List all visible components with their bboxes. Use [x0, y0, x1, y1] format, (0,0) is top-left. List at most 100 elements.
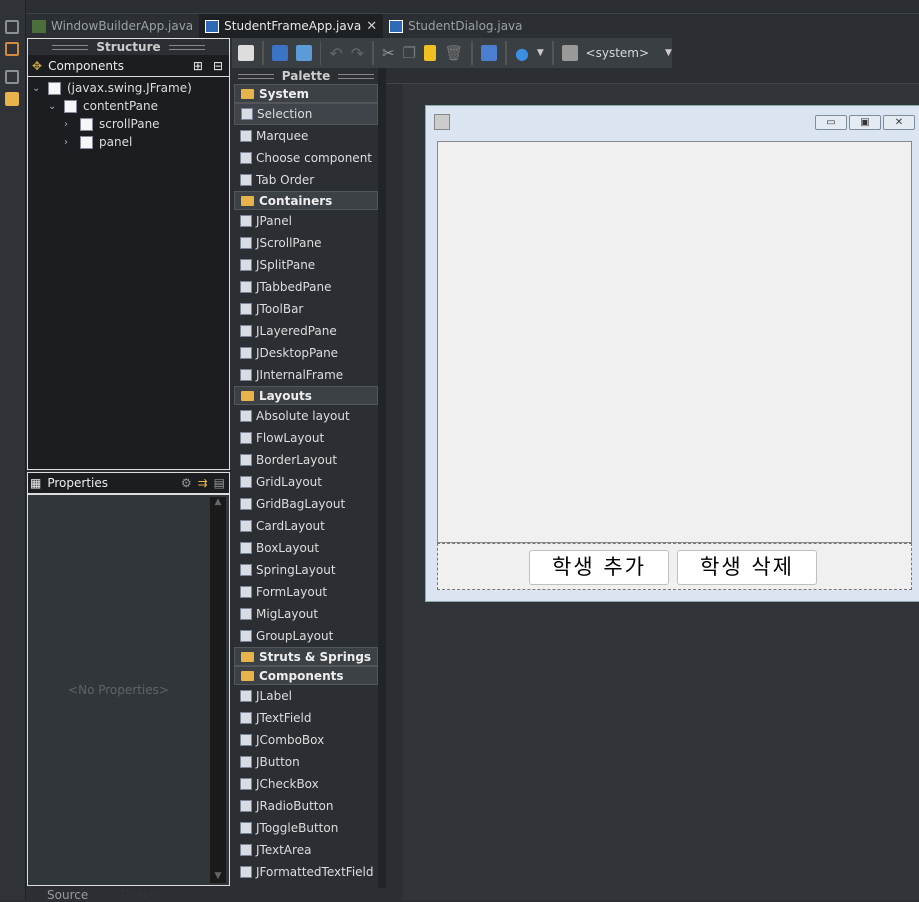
palette-item[interactable]: JComboBox: [234, 729, 378, 751]
palette-item[interactable]: BorderLayout: [234, 449, 378, 471]
undo-icon[interactable]: ↶: [329, 44, 342, 63]
component-icon: [240, 690, 252, 702]
tab-studentframeapp[interactable]: StudentFrameApp.java ✕: [199, 14, 384, 38]
properties-scrollbar[interactable]: ▲ ▼: [210, 497, 226, 883]
palette-category[interactable]: Containers: [234, 191, 378, 210]
palette-item[interactable]: JInternalFrame: [234, 364, 378, 386]
palette-category[interactable]: Struts & Springs: [234, 647, 378, 666]
palette-item[interactable]: JTextField: [234, 707, 378, 729]
show-events-icon[interactable]: ⚙: [181, 476, 192, 490]
palette-header[interactable]: Palette: [234, 68, 378, 84]
palette-item[interactable]: JFormattedTextField: [234, 861, 378, 883]
close-icon[interactable]: ✕: [366, 19, 377, 34]
palette-item[interactable]: JTextArea: [234, 839, 378, 861]
palette-item[interactable]: JToolBar: [234, 298, 378, 320]
tree-item-panel[interactable]: › panel: [28, 133, 229, 151]
copy-icon[interactable]: ❐: [403, 44, 416, 62]
palette-item[interactable]: JScrollPane: [234, 232, 378, 254]
chevron-down-icon[interactable]: ⌄: [48, 101, 58, 112]
palette-item[interactable]: FlowLayout: [234, 427, 378, 449]
close-button[interactable]: ✕: [883, 115, 915, 130]
palette-item[interactable]: GroupLayout: [234, 625, 378, 647]
palette-item[interactable]: CardLayout: [234, 515, 378, 537]
palette-item[interactable]: Choose component: [234, 147, 378, 169]
palette-item[interactable]: MigLayout: [234, 603, 378, 625]
restore-icon[interactable]: [5, 20, 19, 34]
palette-item[interactable]: Marquee: [234, 125, 378, 147]
goto-definition-icon[interactable]: ⇉: [198, 476, 208, 490]
palette-item[interactable]: JButton: [234, 751, 378, 773]
tree-item-jframe[interactable]: ⌄ (javax.swing.JFrame): [28, 79, 229, 97]
palette-item[interactable]: JLabel: [234, 685, 378, 707]
git-icon[interactable]: [5, 92, 19, 106]
item-label: JCheckBox: [256, 777, 319, 791]
component-icon: [240, 130, 252, 142]
palette-item[interactable]: JRadioButton: [234, 795, 378, 817]
refresh-icon[interactable]: [295, 45, 312, 61]
show-advanced-icon[interactable]: ▤: [214, 476, 225, 490]
test-gui-icon[interactable]: [238, 45, 254, 61]
restore-icon[interactable]: [5, 70, 19, 84]
cut-icon[interactable]: ✂: [382, 44, 395, 62]
properties-panel: ▦ Properties ⚙ ⇉ ▤ <No Properties> ▲ ▼: [27, 472, 230, 886]
collapse-all-icon[interactable]: ⊟: [213, 59, 223, 73]
palette-item[interactable]: Tab Order: [234, 169, 378, 191]
tree-item-contentpane[interactable]: ⌄ contentPane: [28, 97, 229, 115]
palette-item[interactable]: JTabbedPane: [234, 276, 378, 298]
paste-icon[interactable]: [424, 45, 437, 61]
layout-icon[interactable]: [481, 45, 498, 61]
palette-item[interactable]: Selection: [234, 103, 378, 125]
add-student-button[interactable]: 학생 추가: [529, 550, 669, 585]
palette-item[interactable]: SpringLayout: [234, 559, 378, 581]
item-label: JTextField: [256, 711, 312, 725]
hierarchy-icon[interactable]: [5, 42, 19, 56]
designer-toolbar: ↶ ↷ ✂ ❐ 🗑 ● ▼ <system> ▼: [232, 38, 672, 68]
dropdown-icon[interactable]: ▼: [665, 48, 672, 58]
delete-icon[interactable]: 🗑: [444, 44, 463, 62]
scroll-pane[interactable]: [437, 141, 912, 543]
palette-item[interactable]: Absolute layout: [234, 405, 378, 427]
delete-student-button[interactable]: 학생 삭제: [677, 550, 817, 585]
palette-item[interactable]: JToggleButton: [234, 817, 378, 839]
maximize-button[interactable]: ▣: [849, 115, 881, 130]
category-label: Struts & Springs: [259, 649, 372, 664]
chevron-right-icon[interactable]: ›: [64, 119, 74, 130]
chevron-down-icon[interactable]: ⌄: [32, 83, 42, 94]
palette-item[interactable]: JPanel: [234, 210, 378, 232]
convert-code-icon[interactable]: [271, 45, 288, 61]
palette-scrollbar[interactable]: [378, 68, 386, 888]
component-icon: [240, 476, 252, 488]
dropdown-icon[interactable]: ▼: [537, 48, 544, 58]
tab-design[interactable]: Design: [102, 888, 161, 902]
palette-item[interactable]: FormLayout: [234, 581, 378, 603]
button-panel[interactable]: 학생 추가 학생 삭제: [437, 543, 912, 590]
tab-studentdialog[interactable]: StudentDialog.java: [383, 14, 528, 38]
palette-category[interactable]: System: [234, 84, 378, 103]
redo-icon[interactable]: ↷: [351, 44, 364, 63]
expand-all-icon[interactable]: ⊞: [193, 59, 203, 73]
palette-item[interactable]: BoxLayout: [234, 537, 378, 559]
component-icon: [240, 712, 252, 724]
item-label: JScrollPane: [256, 236, 322, 250]
palette-item[interactable]: JLayeredPane: [234, 320, 378, 342]
palette-item[interactable]: JCheckBox: [234, 773, 378, 795]
palette-category[interactable]: Layouts: [234, 386, 378, 405]
chevron-right-icon[interactable]: ›: [64, 137, 74, 148]
palette-item[interactable]: JSplitPane: [234, 254, 378, 276]
tab-source[interactable]: Source: [27, 888, 88, 902]
tab-windowbuilderapp[interactable]: WindowBuilderApp.java: [26, 14, 199, 38]
palette-item[interactable]: GridLayout: [234, 471, 378, 493]
minimize-button[interactable]: ▭: [815, 115, 847, 130]
palette-item[interactable]: JDesktopPane: [234, 342, 378, 364]
component-icon: [240, 756, 252, 768]
jframe-preview[interactable]: ▭ ▣ ✕ 학생 추가 학생 삭제: [425, 105, 919, 602]
tree-item-scrollpane[interactable]: › scrollPane: [28, 115, 229, 133]
palette-item[interactable]: GridBagLayout: [234, 493, 378, 515]
structure-header[interactable]: Structure: [28, 39, 229, 55]
item-label: JSplitPane: [256, 258, 316, 272]
palette-category[interactable]: Components: [234, 666, 378, 685]
component-icon: [241, 108, 253, 120]
item-label: JRadioButton: [256, 799, 334, 813]
look-and-feel-select[interactable]: <system>: [586, 46, 650, 60]
globe-icon[interactable]: ●: [515, 44, 529, 63]
